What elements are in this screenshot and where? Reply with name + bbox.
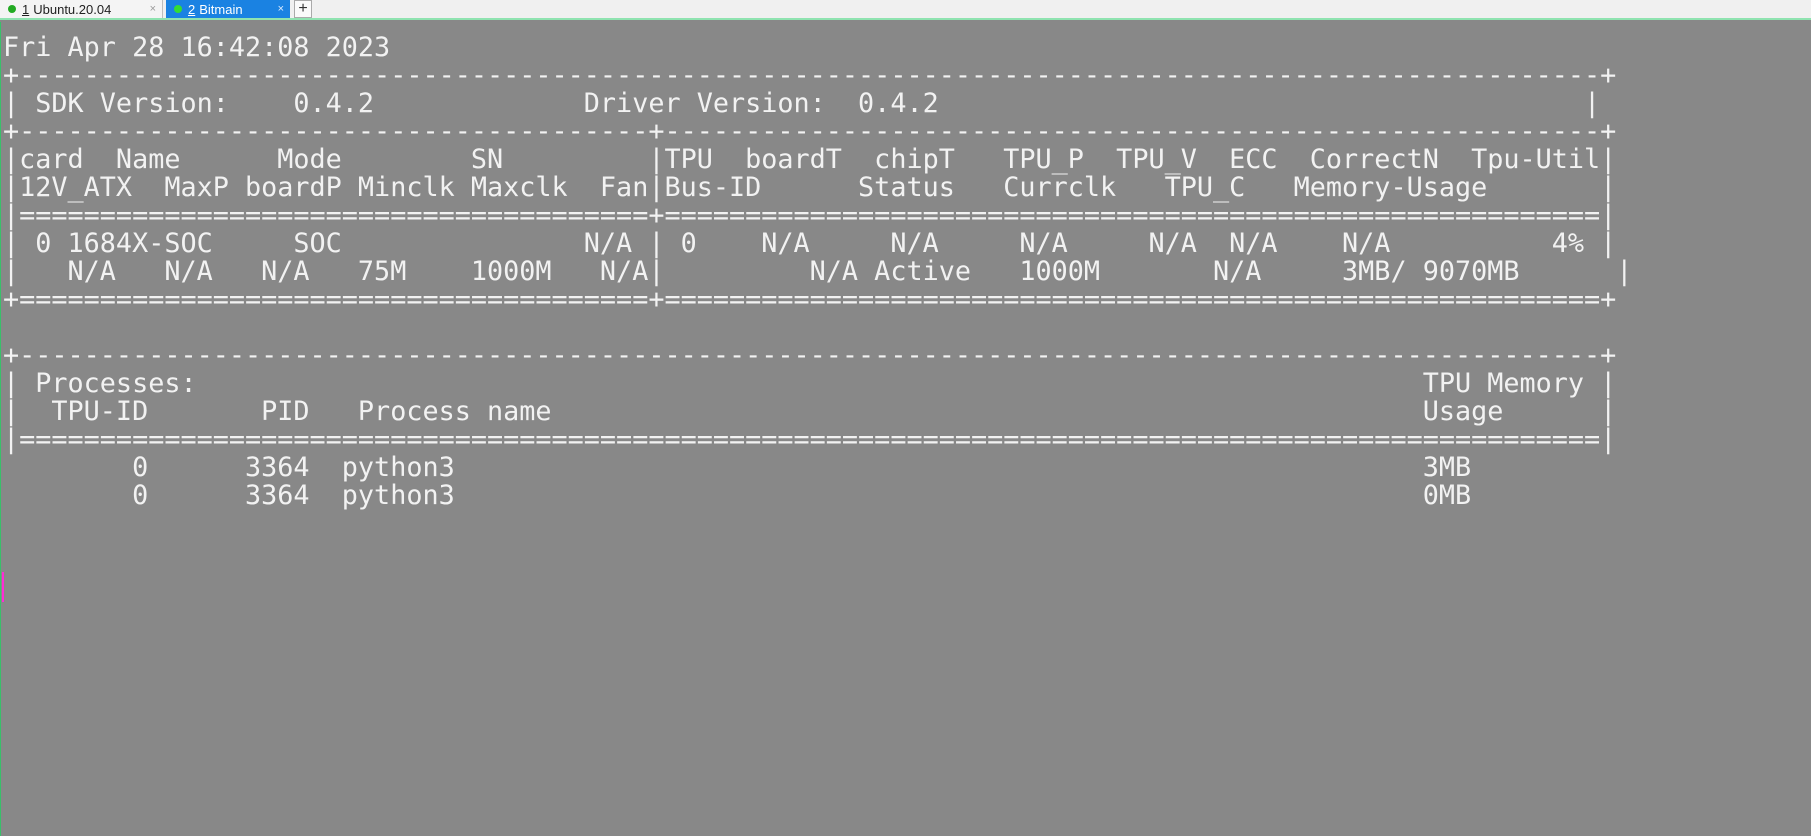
tab-number: 2 xyxy=(188,1,196,17)
tab-ubuntu[interactable]: 1 Ubuntu.20.04 × xyxy=(0,0,163,18)
close-icon[interactable]: × xyxy=(278,3,284,15)
close-icon[interactable]: × xyxy=(150,3,156,15)
cursor-marker xyxy=(2,572,4,602)
status-dot-icon xyxy=(8,5,16,13)
terminal-line-process-row: 0 3364 python3 0MB xyxy=(3,480,1472,511)
tab-label: Bitmain xyxy=(199,1,243,17)
tab-label: Ubuntu.20.04 xyxy=(33,1,112,17)
tab-bar: 1 Ubuntu.20.04 × 2 Bitmain × + xyxy=(0,0,1811,20)
new-tab-button[interactable]: + xyxy=(294,0,312,18)
terminal-line-rule: +=======================================… xyxy=(3,284,1617,315)
tab-bitmain[interactable]: 2 Bitmain × xyxy=(166,0,290,18)
status-dot-icon xyxy=(174,5,182,13)
tab-number: 1 xyxy=(22,1,30,17)
terminal-area[interactable]: Fri Apr 28 16:42:08 2023 +--------------… xyxy=(0,22,1811,836)
